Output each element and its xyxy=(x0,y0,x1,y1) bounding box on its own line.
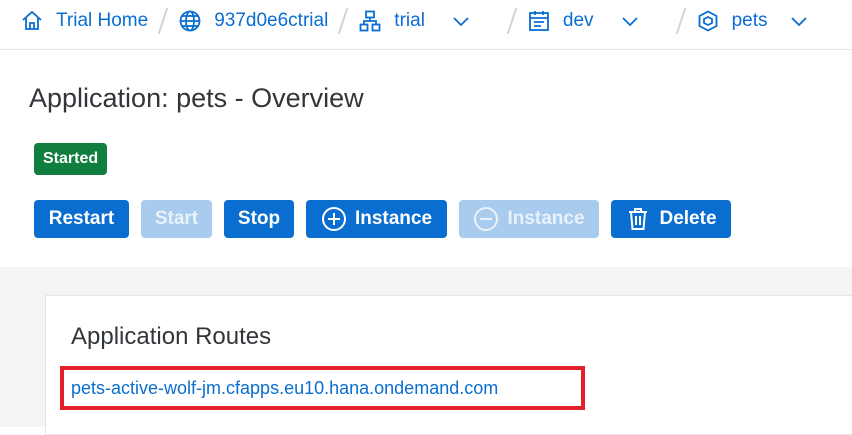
section-title: Application Routes xyxy=(71,323,272,350)
breadcrumb-item-application[interactable]: pets xyxy=(696,0,810,42)
breadcrumb-item-trial-home[interactable]: Trial Home xyxy=(20,0,148,42)
stop-button-label: Stop xyxy=(237,208,281,229)
remove-icon xyxy=(473,206,499,232)
restart-button-label: Restart xyxy=(48,208,115,229)
breadcrumb-label: 937d0e6ctrial xyxy=(214,10,329,31)
breadcrumb-label: trial xyxy=(394,10,425,31)
page-title: Application: pets - Overview xyxy=(29,83,364,113)
breadcrumb-label: pets xyxy=(731,10,768,31)
add-icon xyxy=(321,206,347,232)
home-icon xyxy=(20,9,44,33)
breadcrumb-item-subaccount[interactable]: trial xyxy=(358,0,471,42)
stop-button[interactable]: Stop xyxy=(224,200,294,238)
start-button-label: Start xyxy=(154,208,199,229)
chevron-down-icon[interactable] xyxy=(451,11,471,31)
route-link[interactable]: pets-active-wolf-jm.cfapps.eu10.hana.ond… xyxy=(71,378,498,399)
trash-icon xyxy=(625,206,651,232)
delete-button[interactable]: Delete xyxy=(611,200,731,238)
breadcrumb-label: Trial Home xyxy=(56,10,149,31)
start-button[interactable]: Start xyxy=(141,200,212,238)
breadcrumb-separator xyxy=(675,8,686,34)
cube-icon xyxy=(696,9,720,33)
remove-instance-label: Instance xyxy=(507,208,585,229)
breadcrumb-label: dev xyxy=(562,10,594,31)
space-icon xyxy=(527,9,551,33)
breadcrumb-separator xyxy=(157,8,169,34)
status-badge: Started xyxy=(34,143,108,175)
chevron-down-icon[interactable] xyxy=(789,11,809,31)
breadcrumb: Trial Home 937d0e6ctrial trial dev pets xyxy=(0,0,852,42)
remove-instance-button[interactable]: Instance xyxy=(459,200,599,238)
breadcrumb-separator xyxy=(338,8,349,34)
globe-icon xyxy=(178,9,202,33)
add-instance-label: Instance xyxy=(354,208,433,229)
delete-button-label: Delete xyxy=(659,208,717,229)
breadcrumb-separator xyxy=(506,8,518,34)
header-divider xyxy=(0,49,852,50)
breadcrumb-item-space[interactable]: dev xyxy=(527,0,640,42)
breadcrumb-item-global-account[interactable]: 937d0e6ctrial xyxy=(178,0,328,42)
restart-button[interactable]: Restart xyxy=(34,200,129,238)
add-instance-button[interactable]: Instance xyxy=(306,200,447,238)
chevron-down-icon[interactable] xyxy=(620,11,640,31)
application-routes-card: Application Routes pets-active-wolf-jm.c… xyxy=(45,295,852,435)
hierarchy-icon xyxy=(358,9,382,33)
